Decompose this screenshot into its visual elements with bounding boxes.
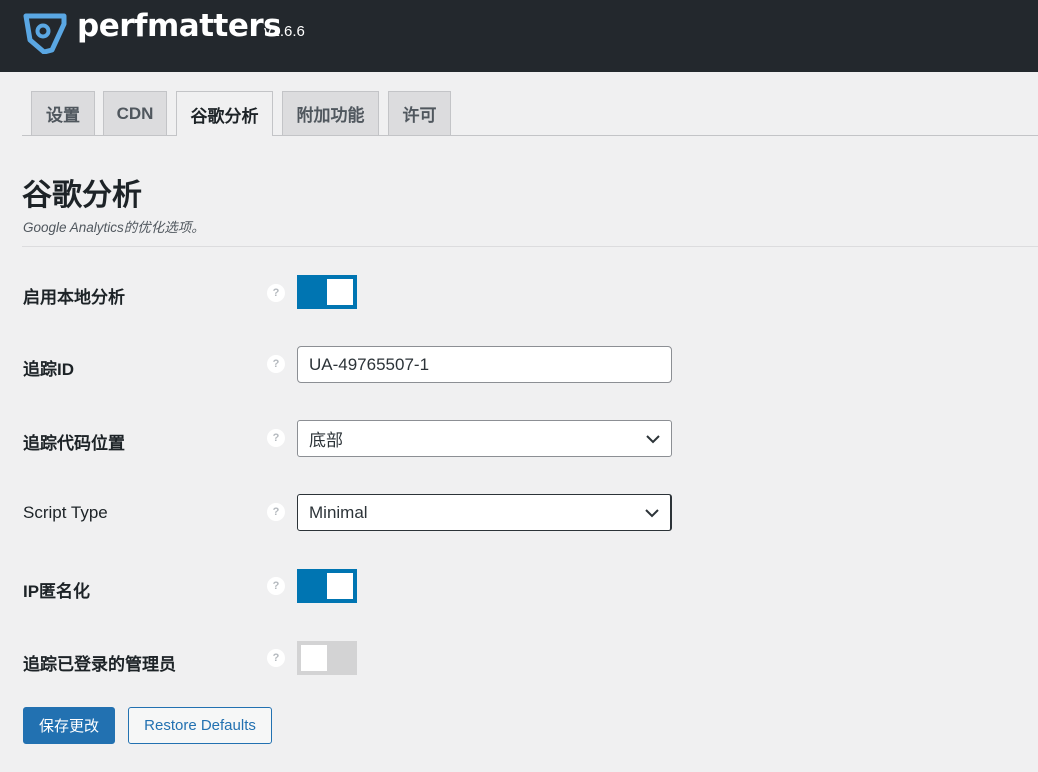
settings-tabs: 设置 CDN 谷歌分析 附加功能 许可 bbox=[22, 91, 1038, 136]
brand-name: perfmatters bbox=[77, 8, 282, 44]
enable-local-label: 启用本地分析 bbox=[23, 288, 125, 307]
help-icon[interactable]: ? bbox=[267, 503, 285, 521]
tab-settings[interactable]: 设置 bbox=[31, 91, 95, 135]
tab-google-analytics[interactable]: 谷歌分析 bbox=[176, 91, 273, 136]
anonymize-ip-label: IP匿名化 bbox=[23, 582, 91, 601]
tracking-id-label: 追踪ID bbox=[23, 360, 74, 379]
perfmatters-logo-icon bbox=[23, 13, 67, 54]
enable-local-toggle[interactable] bbox=[297, 275, 357, 309]
save-changes-button[interactable]: 保存更改 bbox=[23, 707, 115, 744]
tracking-position-label: 追踪代码位置 bbox=[23, 434, 125, 453]
toggle-knob bbox=[327, 279, 353, 305]
tracking-id-input[interactable] bbox=[297, 346, 672, 383]
help-icon[interactable]: ? bbox=[267, 284, 285, 302]
help-icon[interactable]: ? bbox=[267, 577, 285, 595]
help-icon[interactable]: ? bbox=[267, 649, 285, 667]
chevron-down-icon bbox=[645, 509, 659, 518]
script-type-label: Script Type bbox=[23, 503, 108, 522]
toggle-knob bbox=[327, 573, 353, 599]
chevron-down-icon bbox=[646, 435, 660, 444]
tab-extras[interactable]: 附加功能 bbox=[282, 91, 379, 135]
help-icon[interactable]: ? bbox=[267, 355, 285, 373]
tab-cdn[interactable]: CDN bbox=[103, 91, 167, 135]
track-admins-label: 追踪已登录的管理员 bbox=[23, 655, 176, 674]
tracking-position-select[interactable]: 底部 bbox=[297, 420, 672, 457]
section-divider bbox=[22, 246, 1038, 247]
anonymize-ip-toggle[interactable] bbox=[297, 569, 357, 603]
page-title: 谷歌分析 bbox=[22, 179, 142, 212]
top-header: perfmatters v1.6.6 bbox=[0, 0, 1038, 72]
version-label: v1.6.6 bbox=[264, 23, 305, 40]
toggle-knob bbox=[301, 645, 327, 671]
script-type-select[interactable]: Minimal bbox=[297, 494, 672, 531]
script-type-value: Minimal bbox=[309, 502, 368, 522]
tracking-position-value: 底部 bbox=[309, 431, 343, 450]
page-subtitle: Google Analytics的优化选项。 bbox=[23, 220, 205, 235]
track-admins-toggle[interactable] bbox=[297, 641, 357, 675]
tab-license[interactable]: 许可 bbox=[388, 91, 451, 135]
restore-defaults-button[interactable]: Restore Defaults bbox=[128, 707, 272, 744]
help-icon[interactable]: ? bbox=[267, 429, 285, 447]
